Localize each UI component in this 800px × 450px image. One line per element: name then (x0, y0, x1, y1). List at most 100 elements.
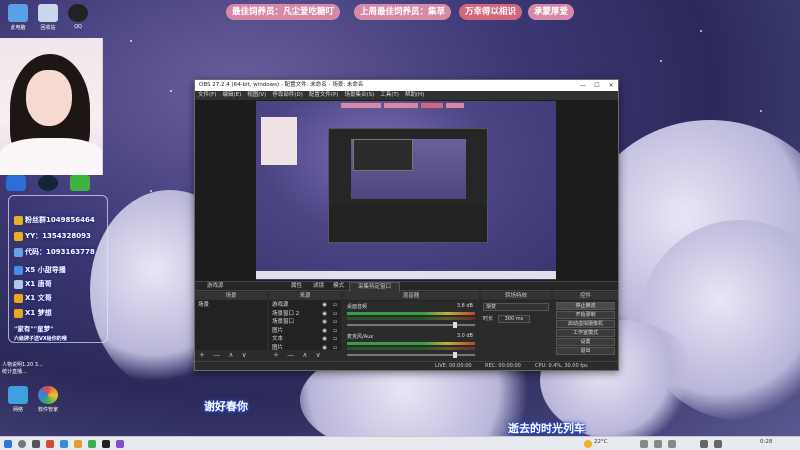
app-icon[interactable] (102, 440, 110, 448)
qq-penguin-icon (68, 4, 88, 22)
source-toolbar: 游戏源 属性 滤镜 模式 采集特定窗口 (195, 281, 618, 293)
menu-tools[interactable]: 工具(T) (380, 91, 399, 100)
list-item: X1 文哥 (14, 293, 52, 305)
cpu-indicator: CPU: 0.4%, 30.00 fps (535, 363, 588, 369)
badge-icon (14, 293, 23, 303)
tray-icon[interactable] (668, 440, 676, 448)
volume-slider[interactable] (347, 352, 475, 358)
menu-edit[interactable]: 编辑(E) (222, 91, 241, 100)
menu-view[interactable]: 视图(V) (247, 91, 266, 100)
banner-lucky-met: 万幸得以相识 (459, 4, 523, 20)
virtual-camera-button[interactable]: 启动虚拟摄像机 (556, 320, 615, 328)
mixer-track-desktop: 桌面音频 3.8 dB (343, 301, 479, 331)
cloud-icon (6, 175, 26, 191)
list-item: 代码：1093163778 (14, 247, 95, 259)
source-item[interactable]: 场景窗口 ◉ ▫ (269, 318, 341, 327)
close-button[interactable]: ✕ (604, 80, 618, 91)
badge-icon (14, 279, 23, 289)
taskbar: 22°C 0:28 (0, 436, 800, 450)
transition-select[interactable]: 渐变 (483, 303, 549, 311)
list-item: X5 小甜导播 (14, 265, 66, 277)
filters-button[interactable]: 滤镜 (313, 282, 324, 291)
clock: 0:28 (760, 439, 773, 445)
source-controls[interactable]: + — ∧ ∨ (269, 350, 341, 360)
app-icon[interactable] (88, 440, 96, 448)
weather-icon[interactable] (584, 440, 592, 448)
steam-icon (38, 175, 58, 191)
obs-window[interactable]: OBS 27.2.4 (64-bit, windows) - 配置文件: 未命名… (194, 79, 619, 371)
app-icon[interactable] (60, 440, 68, 448)
source-item[interactable]: 图片 ◉ ▫ (269, 327, 341, 336)
badge-icon (14, 265, 23, 275)
rec-indicator: REC: 00:00:00 (485, 363, 521, 369)
scene-controls[interactable]: + — ∧ ∨ (195, 350, 267, 360)
lock-icon: ▫ (333, 336, 337, 342)
preview-canvas (256, 101, 556, 280)
eye-icon: ◉ (322, 327, 327, 334)
mode-label: 模式 (333, 283, 345, 289)
stop-stream-button[interactable]: 停止推流 (556, 302, 615, 310)
list-item: YY：1354328093 (14, 231, 91, 243)
desktop-icon-software-manager[interactable]: 软件管家 (30, 386, 66, 413)
software-manager-icon (38, 386, 58, 404)
menu-help[interactable]: 帮助(H) (405, 91, 424, 100)
eye-icon: ◉ (322, 336, 327, 342)
lock-icon: ▫ (333, 327, 337, 334)
list-item: X1 梦想 (14, 308, 52, 320)
live-indicator: LIVE: 00:00:00 (435, 363, 472, 369)
tray-icon[interactable] (640, 440, 648, 448)
obs-statusbar: LIVE: 00:00:00 REC: 00:00:00 CPU: 0.4%, … (195, 361, 618, 370)
app-icon[interactable] (46, 440, 54, 448)
sources-dock: 来源 游戏源 ◉ ▫ 场景窗口 2 ◉ ▫ 场景窗口 ◉ ▫ 图片 ◉ ▫ 文本 ◉ ▫ 图片 ◉ ▫ … (269, 292, 341, 360)
computer-icon (8, 4, 28, 22)
minimize-button[interactable]: — (576, 80, 590, 91)
list-item: 粉丝群1049856464 (14, 215, 95, 227)
webcam-feed (0, 38, 103, 175)
lock-icon: ▫ (333, 302, 337, 308)
obs-preview[interactable] (195, 100, 618, 281)
menu-profile[interactable]: 配置文件(P) (309, 91, 339, 100)
start-recording-button[interactable]: 开始录制 (556, 311, 615, 319)
windows-start-icon[interactable] (4, 440, 12, 448)
settings-button[interactable]: 设置 (556, 338, 615, 346)
menu-file[interactable]: 文件(F) (198, 91, 216, 100)
scenes-dock: 场景 场景 + — ∧ ∨ (195, 292, 267, 360)
nested-preview (328, 128, 488, 243)
xbox-icon (70, 175, 90, 191)
maximize-button[interactable]: ☐ (590, 80, 604, 91)
duration-input[interactable]: 300 ms (497, 315, 531, 323)
badge-icon (14, 231, 23, 241)
source-item[interactable]: 场景窗口 2 ◉ ▫ (269, 310, 341, 319)
app-icon[interactable] (74, 440, 82, 448)
task-view-icon[interactable] (32, 440, 40, 448)
weather-temp: 22°C (594, 439, 608, 445)
menu-scene-collection[interactable]: 场景集合(S) (344, 91, 374, 100)
network-icon[interactable] (714, 440, 722, 448)
banner-best-keeper: 最佳饲养员：凡尘爱吃糖叮 (226, 4, 341, 20)
eye-icon: ◉ (322, 319, 327, 325)
badge-icon (14, 308, 23, 318)
studio-mode-button[interactable]: 工作室模式 (556, 329, 615, 337)
eye-icon: ◉ (322, 302, 327, 308)
list-item: X1 唐哥 (14, 279, 52, 291)
obs-menubar: 文件(F) 编辑(E) 视图(V) 停靠部件(D) 配置文件(P) 场景集合(S… (195, 91, 618, 100)
search-icon[interactable] (18, 440, 26, 448)
volume-slider[interactable] (347, 322, 475, 328)
volume-icon[interactable] (700, 440, 708, 448)
desktop-icon-qq[interactable]: QQ (60, 4, 96, 30)
app-icon[interactable] (116, 440, 124, 448)
lock-icon: ▫ (333, 310, 337, 317)
scene-item[interactable]: 场景 (195, 301, 267, 310)
subtitle-left: 谢好春你 (204, 400, 248, 413)
obs-titlebar[interactable]: OBS 27.2.4 (64-bit, windows) - 配置文件: 未命名… (195, 80, 618, 91)
source-item[interactable]: 游戏源 ◉ ▫ (269, 301, 341, 310)
menu-docks[interactable]: 停靠部件(D) (272, 91, 303, 100)
controls-dock: 控件 停止推流 开始录制 启动虚拟摄像机 工作室模式 设置 退出 (553, 292, 618, 360)
exit-button[interactable]: 退出 (556, 347, 615, 355)
panel-footer: "家有""星梦" (14, 325, 54, 333)
eye-icon: ◉ (322, 310, 327, 317)
properties-button[interactable]: 属性 (291, 282, 302, 291)
tray-icon[interactable] (654, 440, 662, 448)
source-item[interactable]: 文本 ◉ ▫ (269, 335, 341, 344)
panel-footer-note: 六级牌子送VX给你的哦 (14, 336, 67, 342)
